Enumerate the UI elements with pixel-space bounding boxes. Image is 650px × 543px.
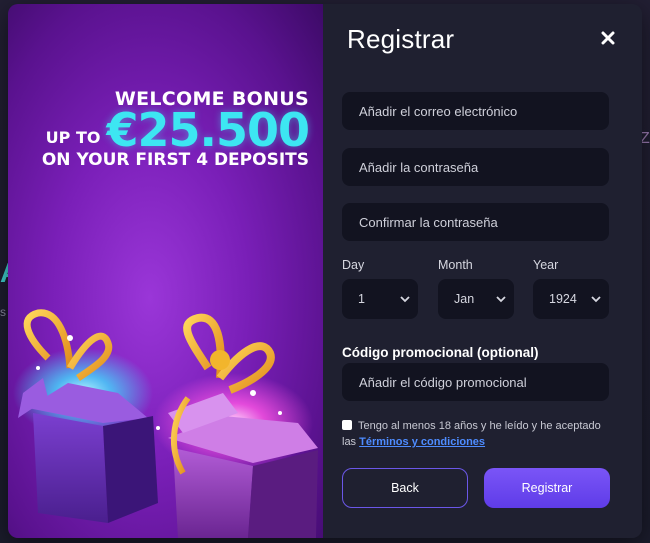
- promo-amount: €25.500: [106, 103, 310, 157]
- month-select[interactable]: Jan: [438, 279, 514, 319]
- confirm-password-field[interactable]: [342, 203, 609, 241]
- year-value: 1924: [549, 292, 577, 306]
- promo-deposits: ON YOUR FIRST 4 DEPOSITS: [41, 150, 309, 170]
- background-text: s: [0, 305, 6, 319]
- chevron-down-icon: [591, 295, 601, 302]
- close-icon[interactable]: [600, 30, 616, 46]
- confirm-password-input[interactable]: [359, 214, 609, 230]
- password-field[interactable]: [342, 148, 609, 186]
- chevron-down-icon: [400, 295, 410, 302]
- registration-form: Registrar Day Month Year 1 Jan 1924 Códi…: [323, 4, 642, 538]
- email-field[interactable]: [342, 92, 609, 130]
- registration-modal: WELCOME BONUS UP TO €25.500 ON YOUR FIRS…: [8, 4, 642, 538]
- day-select[interactable]: 1: [342, 279, 418, 319]
- month-label: Month: [438, 258, 473, 272]
- year-select[interactable]: 1924: [533, 279, 609, 319]
- promo-up-to: UP TO: [45, 128, 101, 147]
- promo-headline: WELCOME BONUS UP TO €25.500 ON YOUR FIRS…: [41, 88, 310, 170]
- promo-banner: WELCOME BONUS UP TO €25.500 ON YOUR FIRS…: [8, 4, 323, 538]
- email-input[interactable]: [359, 103, 609, 119]
- day-label: Day: [342, 258, 365, 272]
- back-button[interactable]: Back: [342, 468, 468, 508]
- terms-link[interactable]: Términos y condiciones: [359, 436, 485, 448]
- promo-code-input[interactable]: [359, 374, 609, 390]
- register-button[interactable]: Registrar: [484, 468, 610, 508]
- year-label: Year: [533, 258, 559, 272]
- form-title: Registrar: [347, 24, 455, 54]
- promo-code-label: Código promocional (optional): [342, 345, 539, 360]
- promo-code-field[interactable]: [342, 363, 609, 401]
- chevron-down-icon: [496, 295, 506, 302]
- password-input[interactable]: [359, 159, 609, 175]
- terms-consent: Tengo al menos 18 años y he leído y he a…: [342, 418, 617, 450]
- terms-checkbox[interactable]: [342, 420, 352, 430]
- gift-boxes-illustration: [13, 309, 318, 538]
- day-value: 1: [358, 292, 365, 306]
- month-value: Jan: [454, 292, 475, 306]
